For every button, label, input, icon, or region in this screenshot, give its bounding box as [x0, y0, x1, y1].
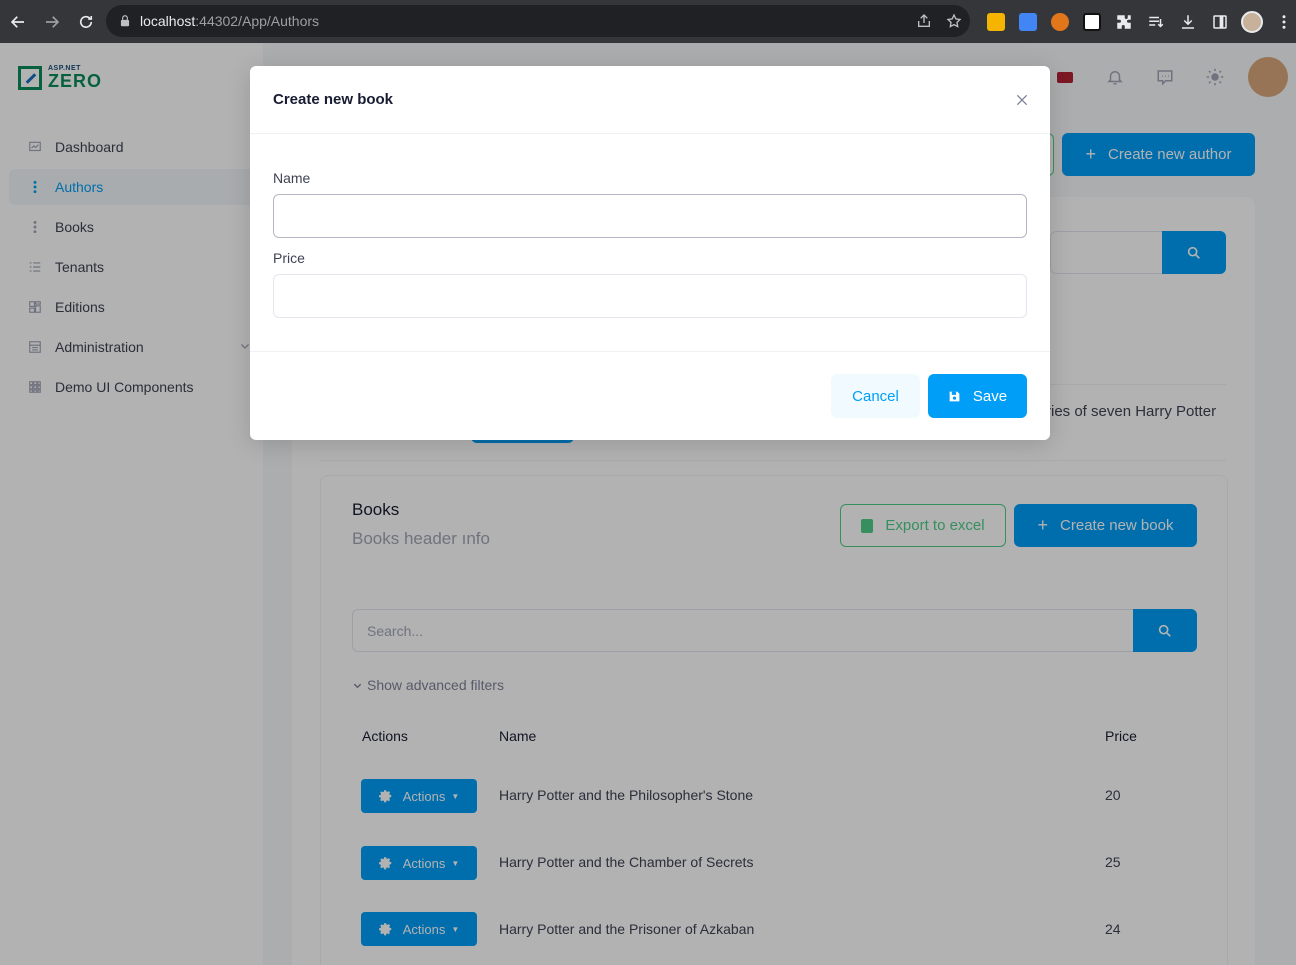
url-text: localhost:44302/App/Authors — [140, 13, 320, 29]
extension-translate-icon[interactable] — [1012, 6, 1044, 38]
price-field[interactable] — [273, 274, 1027, 318]
save-label: Save — [972, 387, 1008, 405]
extensions-puzzle-icon[interactable] — [1108, 6, 1140, 38]
modal-header: Create new book — [250, 66, 1050, 134]
name-label: Name — [273, 170, 311, 186]
back-icon[interactable] — [2, 6, 34, 38]
create-book-modal: Create new book Name Price Cancel Save — [250, 66, 1050, 440]
close-icon[interactable] — [1014, 92, 1030, 108]
extension-fox-icon[interactable] — [1044, 6, 1076, 38]
modal-title: Create new book — [273, 91, 394, 108]
extension-sticky-icon[interactable] — [980, 6, 1012, 38]
browser-menu-icon[interactable] — [1268, 6, 1296, 38]
profile-avatar[interactable] — [1236, 6, 1268, 38]
side-panel-icon[interactable] — [1204, 6, 1236, 38]
forward-icon[interactable] — [36, 6, 68, 38]
name-field[interactable] — [273, 194, 1027, 238]
reload-icon[interactable] — [70, 6, 102, 38]
extension-notion-icon[interactable] — [1076, 6, 1108, 38]
save-disk-icon — [949, 391, 960, 401]
cancel-button[interactable]: Cancel — [831, 374, 920, 418]
save-button[interactable]: Save — [928, 374, 1027, 418]
price-label: Price — [273, 250, 305, 266]
download-icon[interactable] — [1172, 6, 1204, 38]
bookmark-star-icon[interactable] — [946, 13, 962, 29]
media-queue-icon[interactable] — [1140, 6, 1172, 38]
browser-toolbar: localhost:44302/App/Authors — [0, 0, 1296, 43]
modal-footer-divider — [250, 351, 1050, 352]
share-icon[interactable] — [916, 13, 932, 29]
cancel-label: Cancel — [852, 387, 899, 405]
address-bar[interactable]: localhost:44302/App/Authors — [106, 5, 970, 37]
lock-icon — [120, 15, 130, 27]
